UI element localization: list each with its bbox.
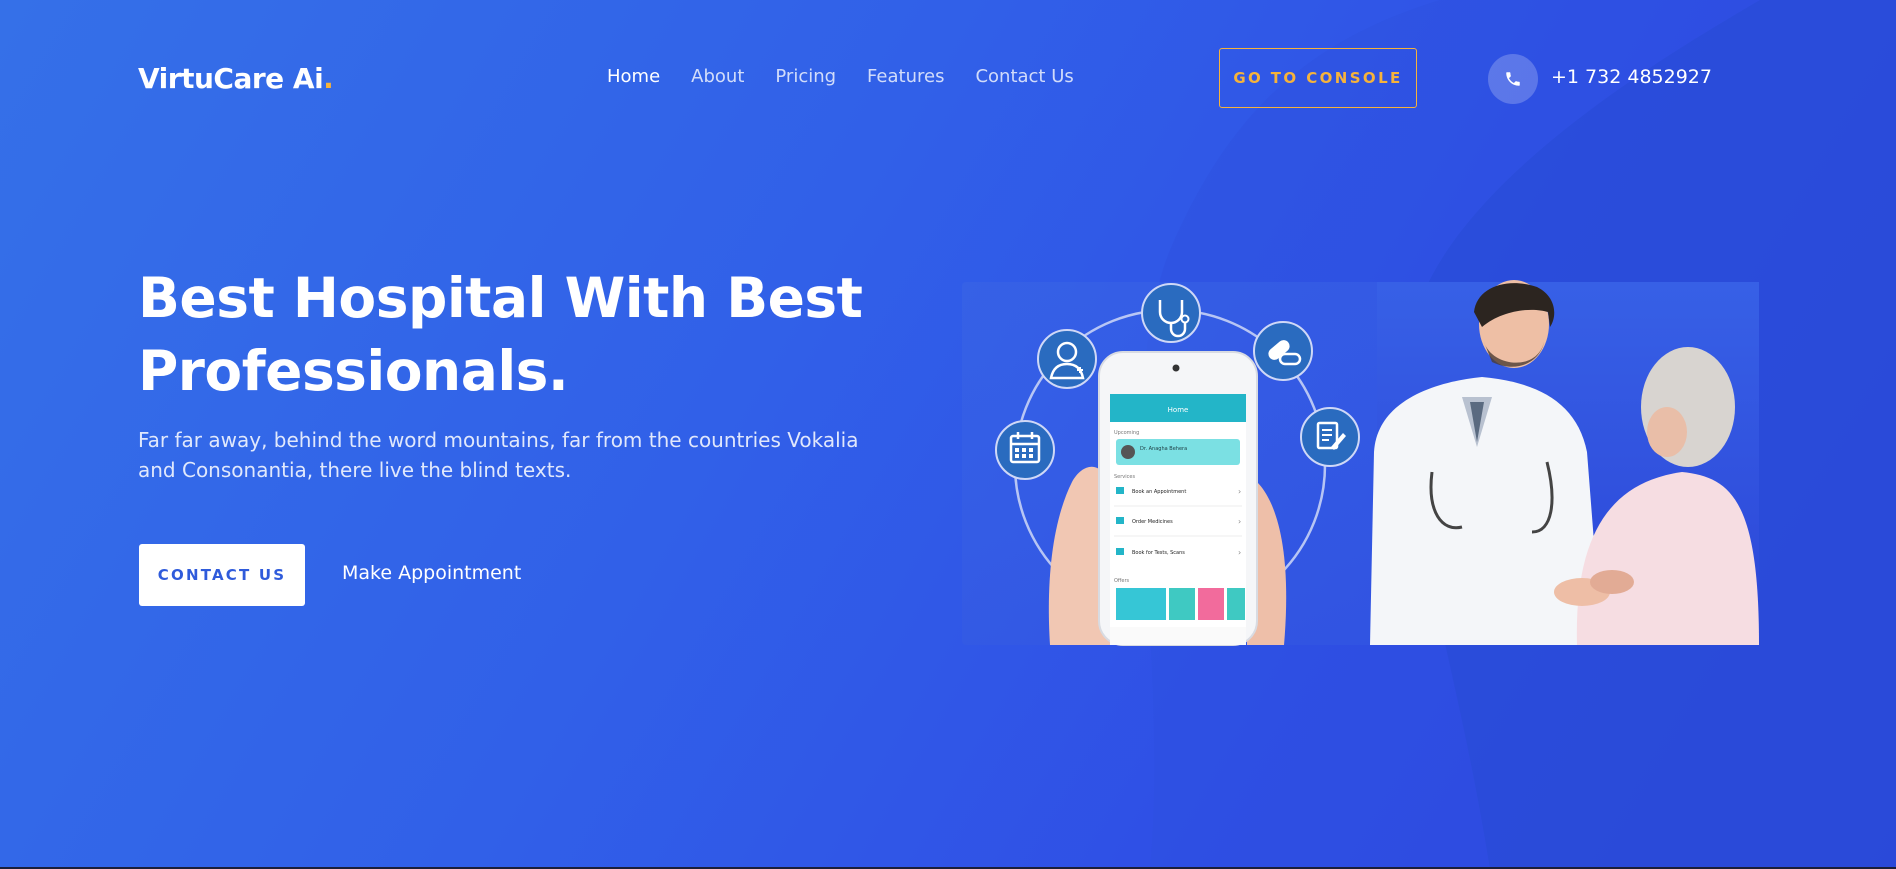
- hero-title: Best Hospital With Best Professionals.: [138, 262, 938, 408]
- nav-features[interactable]: Features: [867, 66, 944, 87]
- svg-text:›: ›: [1238, 517, 1241, 526]
- doctor-patient-photo: [1370, 280, 1759, 645]
- doctor-name: Dr. Anagha Behera: [1140, 446, 1187, 452]
- service-item: Book for Tests, Scans: [1132, 550, 1185, 556]
- svg-text:›: ›: [1238, 548, 1241, 557]
- offers-label: Offers: [1114, 578, 1130, 584]
- logo[interactable]: VirtuCare Ai.: [138, 62, 334, 95]
- hero-description: Far far away, behind the word mountains,…: [138, 428, 859, 482]
- svg-text:›: ›: [1238, 487, 1241, 496]
- stethoscope-icon: [1141, 283, 1201, 343]
- services-label: Services: [1114, 474, 1135, 480]
- logo-text: VirtuCare Ai: [138, 62, 324, 95]
- nav-contact-us[interactable]: Contact Us: [975, 66, 1073, 87]
- main-nav: Home About Pricing Features Contact Us: [607, 66, 1074, 87]
- contact-us-button[interactable]: CONTACT US: [139, 544, 305, 606]
- hero-title-line2: Professionals.: [138, 339, 569, 403]
- logo-dot: .: [323, 62, 334, 95]
- app-header-text: Home: [1168, 406, 1189, 414]
- phone-icon[interactable]: [1488, 54, 1538, 104]
- make-appointment-link[interactable]: Make Appointment: [342, 562, 521, 584]
- service-item: Order Medicines: [1132, 519, 1173, 525]
- nav-pricing[interactable]: Pricing: [775, 66, 836, 87]
- upcoming-label: Upcoming: [1114, 430, 1139, 436]
- calendar-icon: [995, 420, 1055, 480]
- hero-illustration: Home Upcoming Dr. Anagha Behera Services…: [962, 280, 1759, 646]
- hero-title-line1: Best Hospital With Best: [138, 266, 863, 330]
- service-item: Book an Appointment: [1132, 489, 1186, 495]
- doctor-icon: [1037, 329, 1097, 389]
- go-to-console-button[interactable]: GO TO CONSOLE: [1219, 48, 1417, 108]
- phone-glyph: [1506, 72, 1520, 86]
- prescription-icon: [1300, 407, 1360, 467]
- nav-about[interactable]: About: [691, 66, 744, 87]
- pill-icon: [1253, 321, 1313, 381]
- phone-number[interactable]: +1 732 4852927: [1551, 66, 1712, 88]
- nav-home[interactable]: Home: [607, 66, 660, 87]
- phone-mockup: Home Upcoming Dr. Anagha Behera Services…: [1098, 351, 1258, 646]
